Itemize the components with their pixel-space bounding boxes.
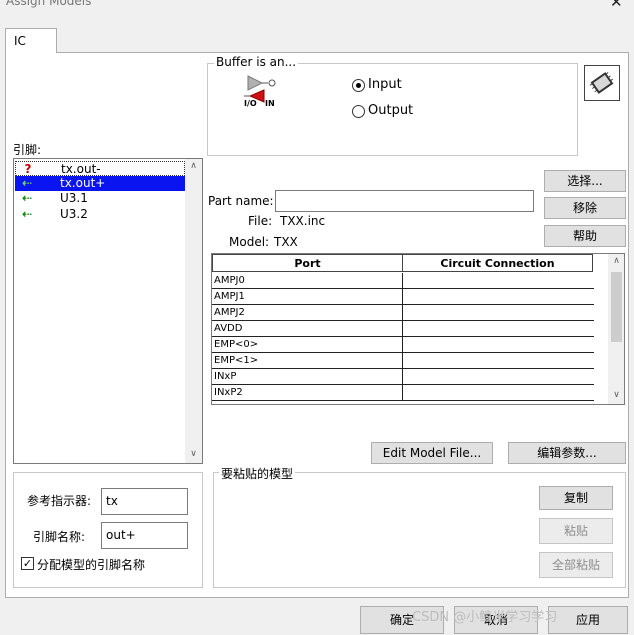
- pin-name: tx.out+: [60, 176, 106, 190]
- scroll-down-icon[interactable]: ∨: [608, 390, 624, 400]
- buffer-legend: Buffer is an...: [214, 55, 299, 69]
- output-radio[interactable]: [352, 105, 365, 118]
- ic-chip-icon: [584, 65, 620, 101]
- pin-name-input[interactable]: out+: [101, 522, 188, 549]
- help-button[interactable]: 帮助: [544, 225, 626, 247]
- pin-name: U3.1: [60, 191, 88, 205]
- designator-input[interactable]: tx: [101, 488, 188, 515]
- port-cell: AVDD: [214, 323, 243, 334]
- arrow-left-icon: ⇠: [21, 176, 33, 190]
- file-label: File:: [248, 214, 273, 228]
- model-value: TXX: [274, 235, 298, 249]
- assign-model-label[interactable]: 分配模型的引脚名称: [37, 556, 145, 573]
- window-title: Assign Models: [6, 0, 92, 8]
- io-label: I/O: [244, 99, 257, 108]
- paste-all-button[interactable]: 全部粘贴: [539, 552, 613, 578]
- part-name-input[interactable]: [275, 190, 534, 212]
- circuit-connection-column-header[interactable]: Circuit Connection: [402, 254, 593, 272]
- port-cell: EMP<0>: [214, 339, 259, 350]
- port-table[interactable]: Port Circuit Connection AMPJ0 AMPJ1 AMPJ…: [211, 253, 625, 405]
- port-cell: AMPJ0: [214, 275, 245, 286]
- remove-button[interactable]: 移除: [544, 197, 626, 219]
- port-cell: AMPJ1: [214, 291, 245, 302]
- tab-ic[interactable]: IC: [5, 28, 57, 53]
- assign-model-checkbox[interactable]: ✓: [21, 557, 34, 570]
- port-cell: AMPJ2: [214, 307, 245, 318]
- pins-scrollbar[interactable]: ∧ ∨: [185, 159, 202, 463]
- part-name-label: Part name:: [208, 194, 274, 208]
- list-item[interactable]: ⇠ tx.out+: [15, 176, 185, 191]
- watermark: CSDN @小鲸米学习学习: [412, 610, 558, 625]
- table-row[interactable]: AMPJ1: [212, 289, 594, 305]
- copy-button[interactable]: 复制: [539, 486, 613, 510]
- table-row[interactable]: EMP<1>: [212, 353, 594, 369]
- question-icon: ?: [24, 162, 32, 176]
- table-scrollbar[interactable]: ∧ ∨: [608, 254, 624, 404]
- scroll-up-icon[interactable]: ∧: [185, 161, 202, 171]
- edit-params-button[interactable]: 编辑参数...: [508, 442, 626, 464]
- scroll-thumb[interactable]: [611, 272, 622, 342]
- designator-label: 参考指示器:: [27, 494, 92, 508]
- port-cell: EMP<1>: [214, 355, 259, 366]
- table-row[interactable]: AMPJ2: [212, 305, 594, 321]
- list-item[interactable]: ⇠ U3.1: [15, 191, 185, 206]
- port-cell: INxP: [214, 371, 237, 382]
- table-row[interactable]: INxP: [212, 369, 594, 385]
- input-radio-label[interactable]: Input: [368, 77, 402, 92]
- paste-button[interactable]: 粘贴: [539, 518, 613, 544]
- paste-legend: 要粘贴的模型: [219, 465, 296, 482]
- list-item[interactable]: ? tx.out-: [15, 161, 185, 176]
- pins-label: 引脚:: [13, 143, 42, 157]
- output-radio-label[interactable]: Output: [368, 103, 413, 118]
- input-radio[interactable]: [352, 79, 365, 92]
- select-button[interactable]: 选择...: [544, 170, 626, 192]
- scroll-up-icon[interactable]: ∧: [608, 256, 624, 266]
- port-column-header[interactable]: Port: [212, 254, 403, 272]
- arrow-left-icon: ⇠: [21, 191, 33, 205]
- apply-button[interactable]: 应用: [548, 606, 628, 634]
- pin-name-label: 引脚名称:: [33, 530, 86, 544]
- list-item[interactable]: ⇠ U3.2: [15, 207, 185, 222]
- close-icon[interactable]: ✕: [610, 0, 623, 11]
- table-row[interactable]: INxP2: [212, 385, 594, 401]
- port-cell: INxP2: [214, 387, 243, 398]
- table-row[interactable]: EMP<0>: [212, 337, 594, 353]
- table-row[interactable]: AMPJ0: [212, 273, 594, 289]
- file-value: TXX.inc: [280, 214, 326, 228]
- in-label: IN: [265, 99, 275, 108]
- edit-model-file-button[interactable]: Edit Model File...: [371, 442, 493, 464]
- pin-name: U3.2: [60, 207, 88, 221]
- model-label: Model:: [229, 235, 270, 249]
- arrow-left-icon: ⇠: [21, 207, 33, 221]
- scroll-down-icon[interactable]: ∨: [185, 449, 202, 459]
- pins-list[interactable]: ? tx.out- ⇠ tx.out+ ⇠ U3.1 ⇠ U3.2 ∧ ∨: [13, 158, 203, 464]
- table-row[interactable]: AVDD: [212, 321, 594, 337]
- pin-name: tx.out-: [61, 162, 101, 176]
